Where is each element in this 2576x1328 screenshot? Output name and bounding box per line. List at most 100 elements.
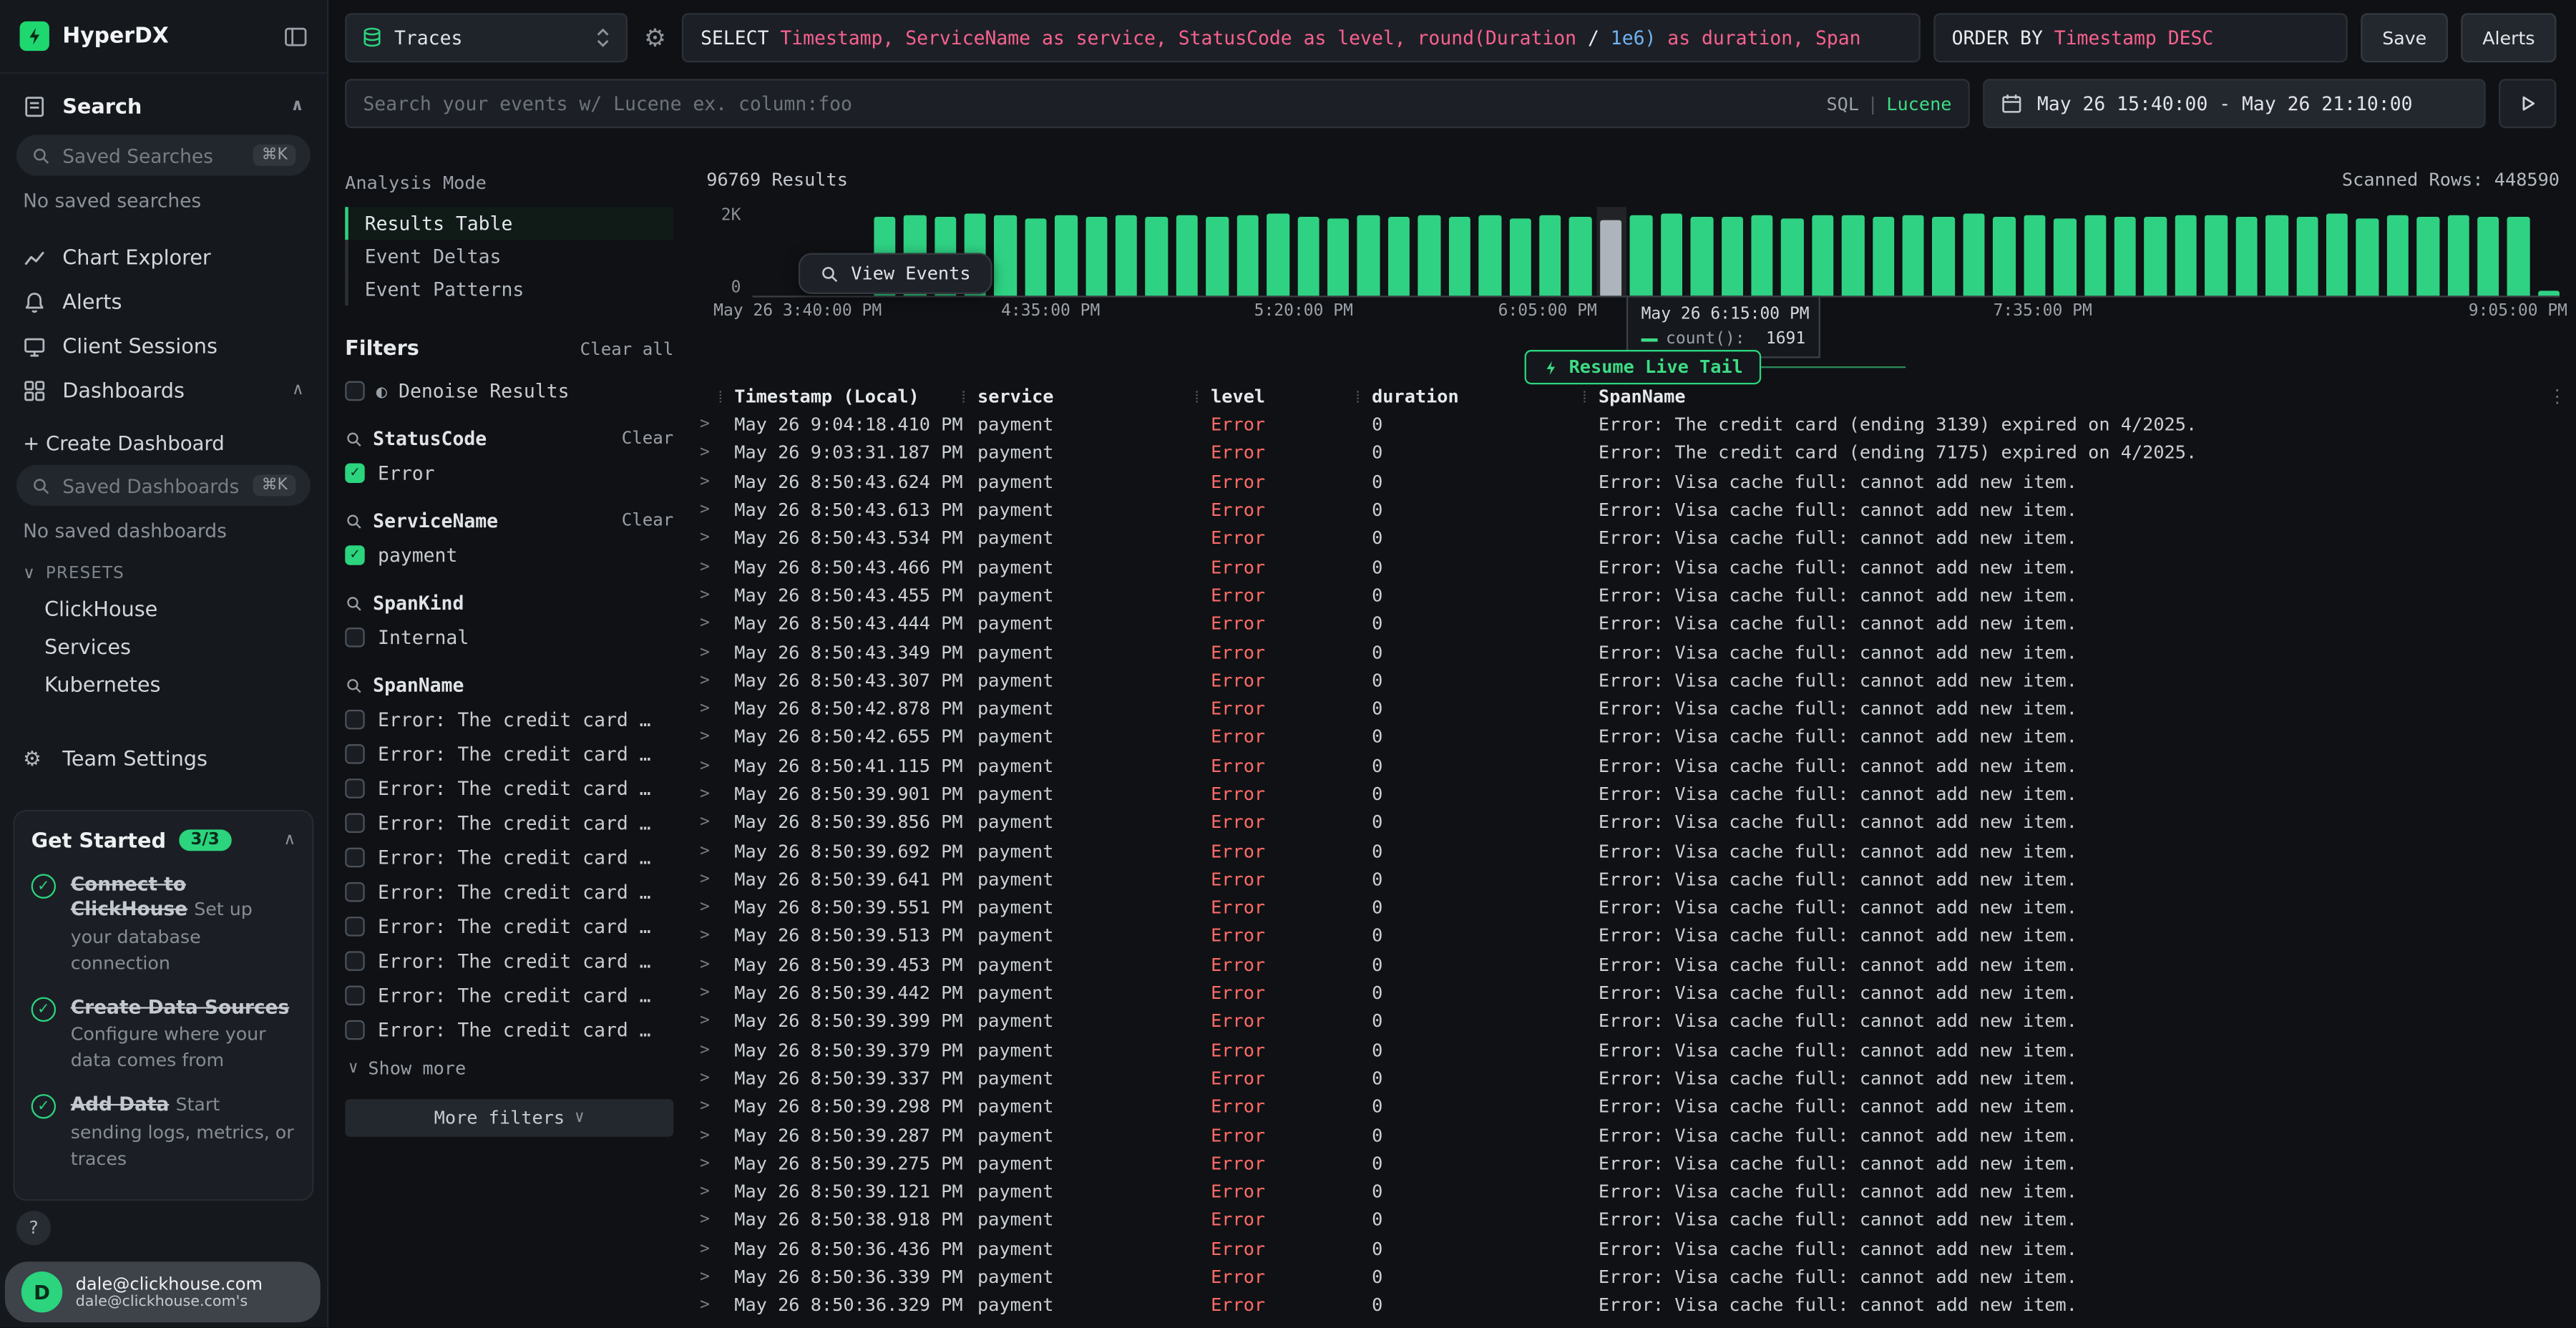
filter-option[interactable]: Error: The credit card … <box>345 777 673 800</box>
run-query-button[interactable] <box>2499 79 2556 128</box>
table-row[interactable]: >May 26 8:50:39.856 PMpaymentError0Error… <box>690 809 2576 837</box>
histogram-bar[interactable] <box>2477 216 2499 296</box>
table-row[interactable]: >May 26 8:50:43.466 PMpaymentError0Error… <box>690 553 2576 582</box>
expand-row-icon[interactable]: > <box>690 927 719 945</box>
expand-row-icon[interactable]: > <box>690 842 719 860</box>
table-row[interactable]: >May 26 8:50:39.287 PMpaymentError0Error… <box>690 1121 2576 1150</box>
filter-option[interactable]: Error: The credit card … <box>345 743 673 766</box>
expand-row-icon[interactable]: > <box>690 444 719 462</box>
expand-row-icon[interactable]: > <box>690 1240 719 1258</box>
table-row[interactable]: >May 26 8:50:43.613 PMpaymentError0Error… <box>690 496 2576 524</box>
table-row[interactable]: >May 26 8:50:42.878 PMpaymentError0Error… <box>690 695 2576 723</box>
filter-option[interactable]: ✓Error <box>345 462 673 484</box>
histogram-bar[interactable] <box>2326 214 2348 296</box>
table-row[interactable]: >May 26 8:50:42.655 PMpaymentError0Error… <box>690 723 2576 752</box>
filter-option[interactable]: Error: The credit card … <box>345 881 673 904</box>
sidebar-item-services[interactable]: Services <box>0 628 327 665</box>
sidebar-item-search[interactable]: Search ∧ <box>0 74 327 128</box>
histogram-bar[interactable] <box>1116 215 1138 296</box>
table-row[interactable]: >May 26 8:50:43.624 PMpaymentError0Error… <box>690 467 2576 496</box>
histogram-bar[interactable] <box>1539 215 1561 296</box>
histogram-bar[interactable] <box>1176 216 1199 296</box>
table-row[interactable]: >May 26 8:50:39.641 PMpaymentError0Error… <box>690 865 2576 894</box>
column-header-level[interactable]: level <box>1196 385 1357 406</box>
get-started-item[interactable]: ✓ Add Data Start sending logs, metrics, … <box>31 1091 296 1171</box>
table-row[interactable]: >May 26 8:50:39.337 PMpaymentError0Error… <box>690 1064 2576 1093</box>
expand-row-icon[interactable]: > <box>690 1155 719 1173</box>
table-row[interactable]: >May 26 8:50:43.444 PMpaymentError0Error… <box>690 610 2576 638</box>
sidebar-item-alerts[interactable]: Alerts <box>0 279 327 323</box>
mode-event-deltas[interactable]: Event Deltas <box>345 240 673 273</box>
expand-row-icon[interactable]: > <box>690 1012 719 1030</box>
table-row[interactable]: >May 26 8:50:39.399 PMpaymentError0Error… <box>690 1007 2576 1036</box>
histogram-bar[interactable] <box>1146 218 1168 296</box>
sidebar-item-team-settings[interactable]: ⚙ Team Settings <box>0 736 327 781</box>
checkbox-icon[interactable] <box>345 951 365 971</box>
resume-live-tail-button[interactable]: Resume Live Tail <box>1525 350 1762 384</box>
histogram-bar[interactable] <box>1055 215 1077 296</box>
expand-row-icon[interactable]: > <box>690 899 719 917</box>
histogram-bar[interactable] <box>1236 215 1259 296</box>
alerts-button[interactable]: Alerts <box>2461 13 2556 62</box>
histogram-bar[interactable] <box>2084 215 2106 296</box>
checkbox-icon[interactable] <box>345 744 365 764</box>
filter-option[interactable]: Internal <box>345 626 673 649</box>
table-row[interactable]: >May 26 9:03:31.187 PMpaymentError0Error… <box>690 439 2576 468</box>
orderby-editor[interactable]: ORDER BY Timestamp DESC <box>1933 13 2348 62</box>
get-started-item[interactable]: ✓ Create Data Sources Configure where yo… <box>31 995 296 1073</box>
checkbox-icon[interactable] <box>345 986 365 1006</box>
save-button[interactable]: Save <box>2361 13 2448 62</box>
expand-row-icon[interactable]: > <box>690 1297 719 1314</box>
histogram-bar[interactable] <box>2265 215 2288 296</box>
column-options-icon[interactable]: ⋮ <box>2548 385 2566 406</box>
collapse-sidebar-icon[interactable] <box>284 26 307 47</box>
source-selector[interactable]: Traces <box>345 13 628 62</box>
histogram-bar[interactable] <box>1721 216 1743 296</box>
table-row[interactable]: >May 26 8:50:39.298 PMpaymentError0Error… <box>690 1093 2576 1121</box>
expand-row-icon[interactable]: > <box>690 757 719 775</box>
expand-row-icon[interactable]: > <box>690 1269 719 1286</box>
expand-row-icon[interactable]: > <box>690 1126 719 1144</box>
clear-all-button[interactable]: Clear all <box>580 340 674 360</box>
create-dashboard-button[interactable]: + Create Dashboard <box>23 432 304 455</box>
histogram-bar[interactable] <box>1994 218 2016 296</box>
histogram-bar[interactable] <box>2356 218 2379 296</box>
sidebar-item-clickhouse[interactable]: ClickHouse <box>0 590 327 628</box>
histogram-chart[interactable]: 2K 0 May 26 3:40:00 PM4:35:00 PM5:20:00 … <box>690 207 2560 297</box>
expand-row-icon[interactable]: > <box>690 728 719 746</box>
saved-dashboards-input[interactable]: Saved Dashboards ⌘K <box>16 465 311 506</box>
histogram-bar[interactable] <box>1388 218 1410 296</box>
chevron-up-icon[interactable]: ∧ <box>283 831 296 849</box>
checkbox-icon[interactable] <box>345 381 365 401</box>
histogram-bar[interactable] <box>1933 217 1955 296</box>
histogram-bar[interactable] <box>2205 216 2228 296</box>
sql-editor[interactable]: SELECT Timestamp, ServiceName as service… <box>683 13 1921 62</box>
histogram-bar[interactable] <box>2145 218 2167 296</box>
expand-row-icon[interactable]: > <box>690 1070 719 1088</box>
expand-row-icon[interactable]: > <box>690 586 719 604</box>
column-header-duration[interactable]: duration <box>1357 385 1584 406</box>
date-range-picker[interactable]: May 26 15:40:00 - May 26 21:10:00 <box>1983 79 2486 128</box>
histogram-bar[interactable] <box>1751 215 1773 296</box>
histogram-bar[interactable] <box>1812 216 1834 296</box>
histogram-bar[interactable] <box>1509 218 1531 296</box>
expand-row-icon[interactable]: > <box>690 473 719 491</box>
mode-results-table[interactable]: Results Table <box>345 207 673 240</box>
checkbox-icon[interactable] <box>345 813 365 833</box>
table-row[interactable]: >May 26 8:50:36.329 PMpaymentError0Error… <box>690 1292 2576 1320</box>
checkbox-icon[interactable] <box>345 917 365 937</box>
clear-filter-button[interactable]: Clear <box>622 511 674 531</box>
help-button[interactable]: ? <box>16 1211 51 1245</box>
histogram-bar[interactable] <box>1418 215 1440 296</box>
presets-toggle[interactable]: ∨ PRESETS <box>23 565 304 583</box>
checkbox-icon[interactable] <box>345 628 365 648</box>
table-row[interactable]: >May 26 8:50:43.455 PMpaymentError0Error… <box>690 581 2576 610</box>
histogram-bar[interactable] <box>995 216 1017 296</box>
get-started-item[interactable]: ✓ Connect to ClickHouse Set up your data… <box>31 871 296 977</box>
sidebar-item-kubernetes[interactable]: Kubernetes <box>0 665 327 703</box>
histogram-bar[interactable] <box>1630 216 1652 296</box>
expand-row-icon[interactable]: > <box>690 814 719 831</box>
expand-row-icon[interactable]: > <box>690 1098 719 1115</box>
filter-option[interactable]: Error: The credit card … <box>345 915 673 938</box>
table-row[interactable]: >May 26 8:50:41.115 PMpaymentError0Error… <box>690 752 2576 781</box>
